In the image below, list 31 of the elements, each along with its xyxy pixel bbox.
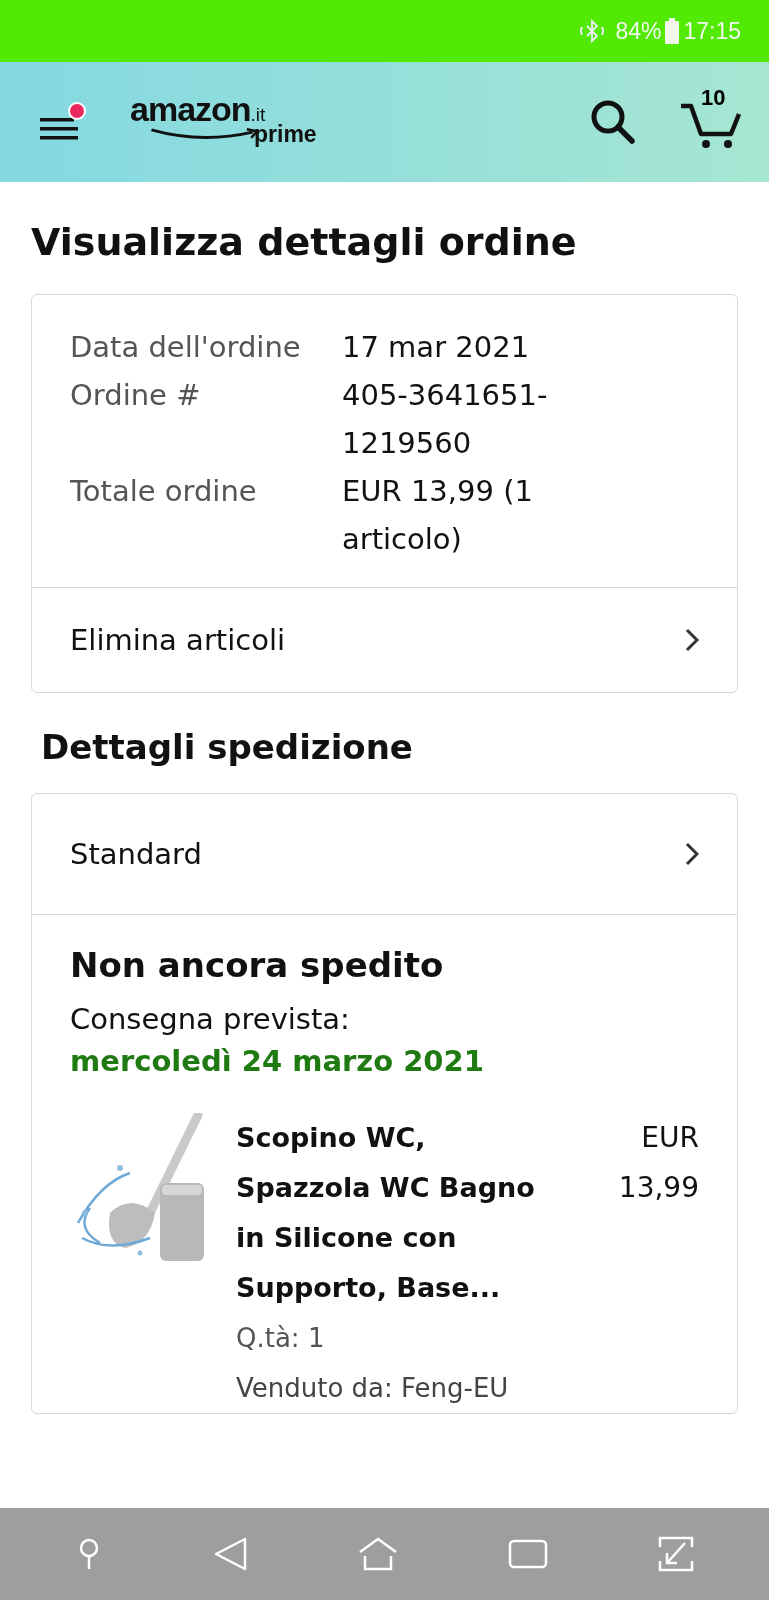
field-label: Totale ordine [70, 473, 258, 510]
menu-button[interactable] [40, 102, 86, 142]
field-value: EUR 13,99 (1 articolo) [342, 473, 534, 558]
delivery-label: Consegna prevista: [70, 1001, 351, 1038]
battery-percent: 84% [615, 17, 662, 45]
field-label: Data dell'ordine [70, 329, 302, 366]
delivery-date: mercoledì 24 marzo 2021 [70, 1043, 485, 1080]
field-value: 17 mar 2021 [342, 329, 531, 366]
back-icon[interactable] [212, 1536, 249, 1572]
recents-icon[interactable] [508, 1538, 549, 1570]
row-label: Elimina articoli [70, 623, 286, 657]
search-icon[interactable] [589, 98, 637, 146]
seller-text: Venduto da: Feng-EU [236, 1372, 510, 1405]
product-title[interactable]: Scopino WC, Spazzola WC Bagno in Silicone con Supporto, Base... [236, 1113, 536, 1313]
row-label: Standard [70, 837, 202, 871]
menu-icon [40, 116, 80, 142]
section-heading: Dettagli spedizione [41, 727, 414, 767]
field-value: 405-3641651-1219560 [342, 377, 549, 462]
shipment-status: Non ancora spedito [70, 945, 445, 985]
chevron-right-icon [685, 842, 699, 866]
field-label: Ordine # [70, 377, 202, 414]
expand-icon[interactable] [656, 1535, 695, 1573]
battery-icon [665, 18, 680, 44]
page-title: Visualizza dettagli ordine [31, 219, 578, 266]
quantity: Q.tà: 1 [236, 1322, 326, 1355]
price: EUR 13,99 [617, 1120, 699, 1206]
shipping-method-row[interactable]: Standard [32, 794, 737, 914]
delete-items-row[interactable]: Elimina articoli [32, 587, 737, 692]
cart-button[interactable]: 10 [679, 86, 741, 150]
clock: 17:15 [683, 17, 741, 45]
chevron-right-icon [685, 628, 699, 652]
